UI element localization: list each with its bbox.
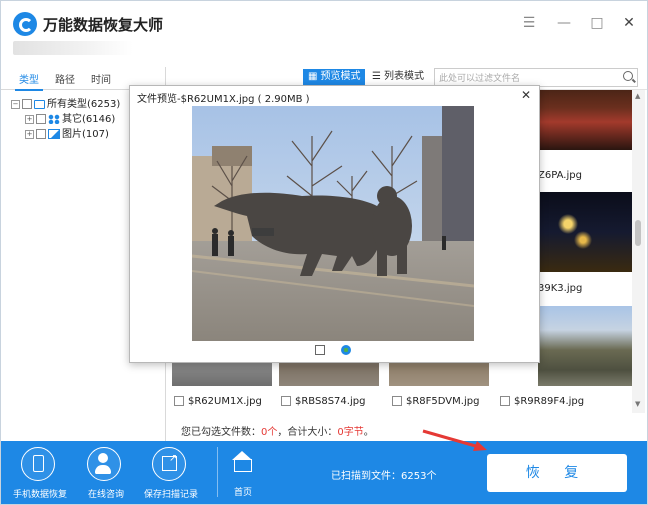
file-item[interactable]: $R62UM1X.jpg [174,396,262,407]
tree-item-other[interactable]: + 其它(6146) [25,110,115,125]
tree-label: 所有类型(6253) [47,99,121,110]
file-label: $R9R89F4.jpg [514,396,585,407]
scroll-down-icon[interactable]: ▼ [635,400,640,408]
preview-mode-label: 预览模式 [320,71,361,82]
bottom-bar: 手机数据恢复 在线咨询 ↗ 保存扫描记录 首页 已扫描到文件：6253个 恢 复 [1,441,647,504]
export-icon: ↗ [152,447,186,481]
phone-icon [21,447,55,481]
tree-checkbox[interactable] [36,129,46,139]
file-label: $RBS8S74.jpg [295,396,366,407]
home-roof [232,451,252,460]
selected-count: 0个 [261,427,278,438]
file-checkbox[interactable] [174,396,184,406]
file-item[interactable]: $RBS8S74.jpg [281,396,365,407]
tree-label: 其它(6146) [62,114,116,125]
grid-apps-icon [48,114,60,124]
file-label: $R8F5DVM.jpg [406,396,480,407]
app-logo-icon [13,12,37,36]
close-preview-button[interactable]: ✕ [521,88,531,102]
selection-status: 您已勾选文件数：0个，合计大小：0字节。 [181,423,374,438]
file-checkbox[interactable] [281,396,291,406]
phone-recovery-button[interactable]: 手机数据恢复 [5,445,75,503]
list-view-icon: ☰ [372,71,381,82]
file-label: 39K3.jpg [538,283,583,294]
app-title: 万能数据恢复大师 [43,16,164,34]
thumbnail[interactable] [538,192,632,272]
computer-icon [34,99,45,109]
maximize-button[interactable]: □ [589,15,605,31]
status-mid: ，合计大小： [277,427,338,438]
fit-screen-icon[interactable] [315,345,325,355]
recover-button[interactable]: 恢 复 [487,454,627,492]
image-icon [48,129,60,139]
thumbnail[interactable] [538,90,632,150]
tree-item-all[interactable]: − 所有类型(6253) [11,95,120,110]
tree-checkbox[interactable] [36,114,46,124]
online-consult-label: 在线咨询 [87,490,124,500]
home-button[interactable]: 首页 [208,445,278,503]
preview-dialog: 文件预览-$R62UM1X.jpg ( 2.90MB ) ✕ [129,85,540,363]
scroll-up-icon[interactable]: ▲ [635,92,640,100]
red-arrow-icon [422,429,487,451]
scanned-count: 已扫描到文件：6253个 [331,471,437,482]
status-suffix: 。 [363,427,374,438]
expand-icon[interactable]: + [25,114,34,124]
tree-item-images[interactable]: + 图片(107) [25,125,109,140]
save-scan-record-button[interactable]: ↗ 保存扫描记录 [136,445,206,503]
selected-size: 0字节 [337,427,364,438]
expand-icon[interactable]: + [25,129,34,139]
grid-scrollbar[interactable]: ▲ ▼ [632,90,645,413]
preview-mode-button[interactable]: ▦ 预览模式 [303,69,366,85]
app-window: 万能数据恢复大师 ☰ — □ ✕ 类型 路径 时间 − 所有类型(6253) + 其… [0,0,648,505]
search-icon[interactable] [623,71,633,81]
menu-icon[interactable]: ☰ [521,15,537,31]
list-mode-label: 列表模式 [383,71,424,82]
preview-dialog-title: 文件预览-$R62UM1X.jpg ( 2.90MB ) [137,94,310,105]
tab-path[interactable]: 路径 [55,71,75,86]
tab-time[interactable]: 时间 [91,71,111,86]
tree-label: 图片(107) [62,129,109,140]
file-item[interactable]: $R9R89F4.jpg [500,396,584,407]
collapse-icon[interactable]: − [11,99,20,109]
close-button[interactable]: ✕ [621,15,637,31]
preview-image [192,106,474,341]
save-scan-record-label: 保存扫描记录 [143,490,198,500]
search-placeholder: 此处可以过滤文件名 [439,74,521,84]
tab-type[interactable]: 类型 [15,71,43,91]
grid-view-icon: ▦ [308,71,318,82]
phone-recovery-label: 手机数据恢复 [12,490,67,500]
file-checkbox[interactable] [392,396,402,406]
status-prefix: 您已勾选文件数： [181,427,261,438]
scroll-thumb[interactable] [635,220,641,246]
file-checkbox[interactable] [500,396,510,406]
file-label: Z6PA.jpg [538,170,582,181]
online-consult-button[interactable]: 在线咨询 [71,445,141,503]
file-label: $R62UM1X.jpg [188,396,262,407]
home-icon [234,459,252,472]
actual-size-icon[interactable] [341,345,351,355]
user-icon [87,447,121,481]
minimize-button[interactable]: — [556,15,572,31]
list-mode-button[interactable]: ☰ 列表模式 [367,69,429,85]
file-item[interactable]: $R8F5DVM.jpg [392,396,479,407]
tree-checkbox[interactable] [22,99,32,109]
blurred-path-bar [13,41,133,55]
home-label: 首页 [233,488,252,498]
thumbnail[interactable] [538,306,632,386]
